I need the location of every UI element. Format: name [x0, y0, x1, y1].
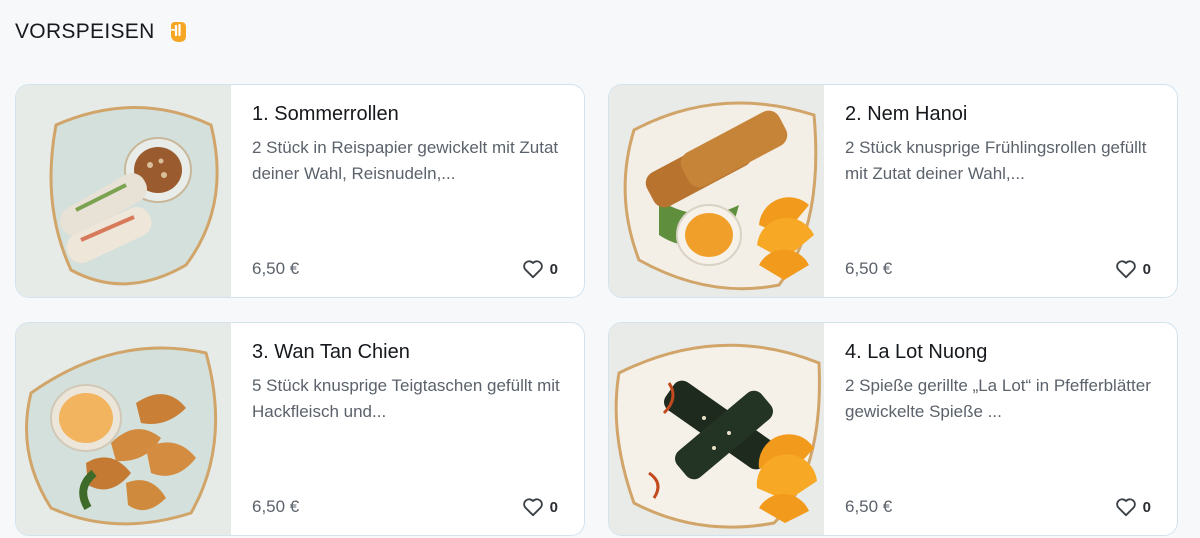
item-description: 5 Stück knusprige Teigtaschen gefüllt mi… — [252, 376, 560, 421]
section-header: VORSPEISEN — [15, 20, 189, 44]
item-name: 3. Wan Tan Chien — [252, 341, 410, 363]
item-price: 6,50 € — [845, 497, 893, 516]
dish-image-wan-tan-chien — [16, 323, 231, 535]
item-info: 1. Sommerrollen 2 Stück in Reispapier ge… — [252, 85, 584, 297]
like-count: 0 — [1142, 498, 1151, 516]
like-button[interactable]: 0 — [522, 497, 558, 517]
heart-icon — [1115, 260, 1136, 279]
item-name: 4. La Lot Nuong — [845, 341, 988, 363]
dish-image-la-lot-nuong — [609, 323, 824, 535]
section-title: VORSPEISEN — [15, 20, 155, 43]
dish-image-nem-hanoi — [609, 85, 824, 297]
item-price: 6,50 € — [252, 259, 300, 278]
item-description: 2 Stück knusprige Frühlingsrollen gefüll… — [845, 138, 1147, 183]
like-count: 0 — [1142, 260, 1151, 278]
menu-item-card[interactable]: 2. Nem Hanoi 2 Stück knusprige Frühlings… — [608, 84, 1178, 298]
hand-icon — [167, 20, 189, 44]
item-info: 4. La Lot Nuong 2 Spieße gerillte „La Lo… — [845, 323, 1177, 535]
heart-icon — [522, 260, 543, 279]
item-info: 3. Wan Tan Chien 5 Stück knusprige Teigt… — [252, 323, 584, 535]
like-count: 0 — [549, 498, 558, 516]
heart-icon — [1115, 498, 1136, 517]
like-button[interactable]: 0 — [522, 259, 558, 279]
item-description: 2 Stück in Reispapier gewickelt mit Zuta… — [252, 138, 559, 183]
heart-icon — [522, 498, 543, 517]
menu-item-card[interactable]: 1. Sommerrollen 2 Stück in Reispapier ge… — [15, 84, 585, 298]
item-price: 6,50 € — [252, 497, 300, 516]
like-count: 0 — [549, 260, 558, 278]
item-name: 2. Nem Hanoi — [845, 103, 968, 125]
item-description: 2 Spieße gerillte „La Lot“ in Pfefferblä… — [845, 376, 1151, 421]
item-price: 6,50 € — [845, 259, 893, 278]
like-button[interactable]: 0 — [1115, 497, 1151, 517]
dish-image-sommerrollen — [16, 85, 231, 297]
item-info: 2. Nem Hanoi 2 Stück knusprige Frühlings… — [845, 85, 1177, 297]
menu-item-card[interactable]: 3. Wan Tan Chien 5 Stück knusprige Teigt… — [15, 322, 585, 536]
item-name: 1. Sommerrollen — [252, 103, 399, 125]
like-button[interactable]: 0 — [1115, 259, 1151, 279]
menu-item-card[interactable]: 4. La Lot Nuong 2 Spieße gerillte „La Lo… — [608, 322, 1178, 536]
